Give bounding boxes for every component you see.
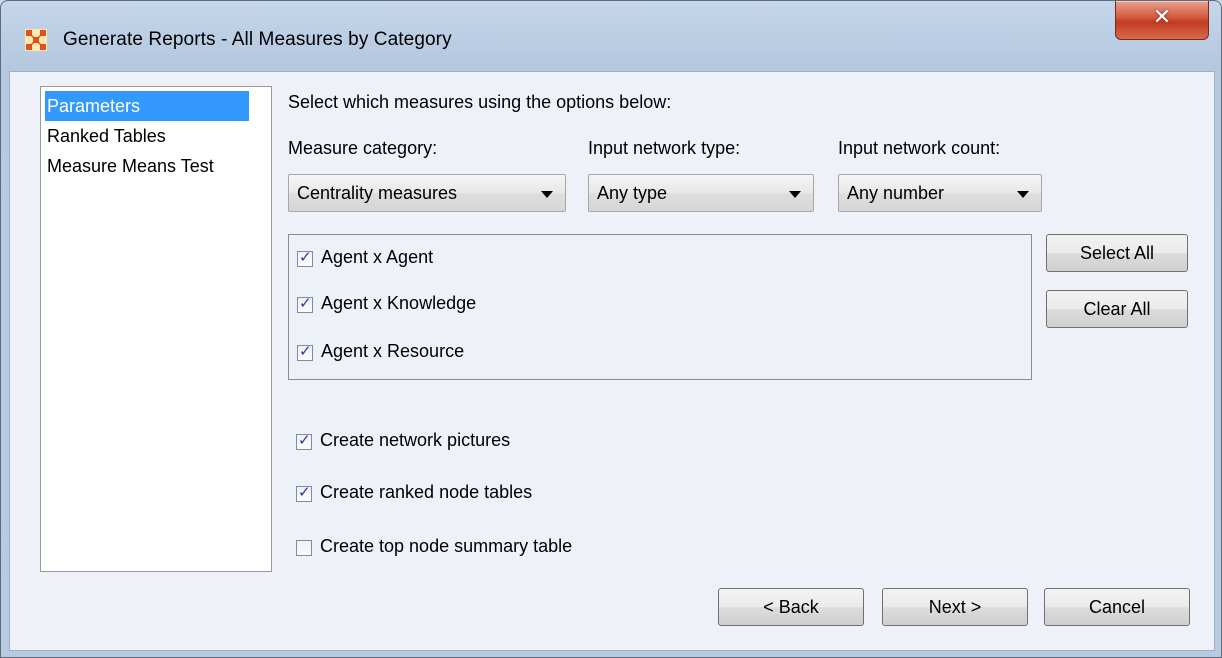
checkbox-label: Agent x Knowledge [321, 293, 477, 313]
title-bar[interactable]: Generate Reports - All Measures by Categ… [1, 1, 1221, 73]
close-icon: ✕ [1152, 5, 1172, 30]
chevron-down-icon [541, 191, 553, 198]
app-grid-icon [25, 29, 47, 51]
cancel-button[interactable]: Cancel [1044, 588, 1190, 626]
network-count-value: Any number [847, 183, 945, 203]
network-type-label: Input network type: [588, 138, 741, 158]
measure-category-select[interactable]: Centrality measures [288, 174, 566, 212]
step-item-ranked-tables[interactable]: Ranked Tables [45, 121, 249, 151]
checkmark-icon: ✓ [299, 342, 312, 360]
dialog-window: Generate Reports - All Measures by Categ… [0, 0, 1222, 658]
checkbox-label: Agent x Resource [321, 341, 465, 361]
checkbox-label: Create ranked node tables [320, 482, 533, 502]
step-item-parameters[interactable]: Parameters [45, 91, 249, 121]
checkmark-icon: ✓ [298, 431, 311, 449]
dialog-content: Parameters Ranked Tables Measure Means T… [9, 71, 1215, 651]
checkmark-icon: ✓ [299, 294, 312, 312]
checkmark-icon: ✓ [299, 248, 312, 266]
network-selection-panel: ✓ Agent x Agent ✓ Agent x Knowledge ✓ Ag… [288, 234, 1032, 380]
step-list: Parameters Ranked Tables Measure Means T… [40, 86, 272, 572]
next-button[interactable]: Next > [882, 588, 1028, 626]
close-button[interactable]: ✕ [1115, 1, 1209, 40]
network-type-select[interactable]: Any type [588, 174, 814, 212]
network-type-value: Any type [597, 183, 668, 203]
checkbox-label: Agent x Agent [321, 247, 434, 267]
clear-all-button[interactable]: Clear All [1046, 290, 1188, 328]
checkbox[interactable]: ✓ [296, 483, 312, 502]
step-item-measure-means-test[interactable]: Measure Means Test [45, 151, 249, 181]
select-all-button[interactable]: Select All [1046, 234, 1188, 272]
instruction-text: Select which measures using the options … [288, 92, 672, 112]
measure-category-value: Centrality measures [297, 183, 458, 203]
chevron-down-icon [1017, 191, 1029, 198]
window-title: Generate Reports - All Measures by Categ… [63, 29, 452, 50]
measure-category-label: Measure category: [288, 138, 438, 158]
network-count-select[interactable]: Any number [838, 174, 1042, 212]
back-button[interactable]: < Back [718, 588, 864, 626]
checkbox[interactable]: ✓ [297, 248, 313, 267]
checkbox-label: Create network pictures [320, 430, 511, 450]
checkbox[interactable] [296, 540, 312, 556]
checkbox-label: Create top node summary table [320, 536, 573, 556]
checkbox[interactable]: ✓ [297, 294, 313, 313]
network-count-label: Input network count: [838, 138, 1001, 158]
chevron-down-icon [789, 191, 801, 198]
checkmark-icon: ✓ [298, 483, 311, 501]
checkbox[interactable]: ✓ [296, 431, 312, 450]
checkbox[interactable]: ✓ [297, 342, 313, 361]
